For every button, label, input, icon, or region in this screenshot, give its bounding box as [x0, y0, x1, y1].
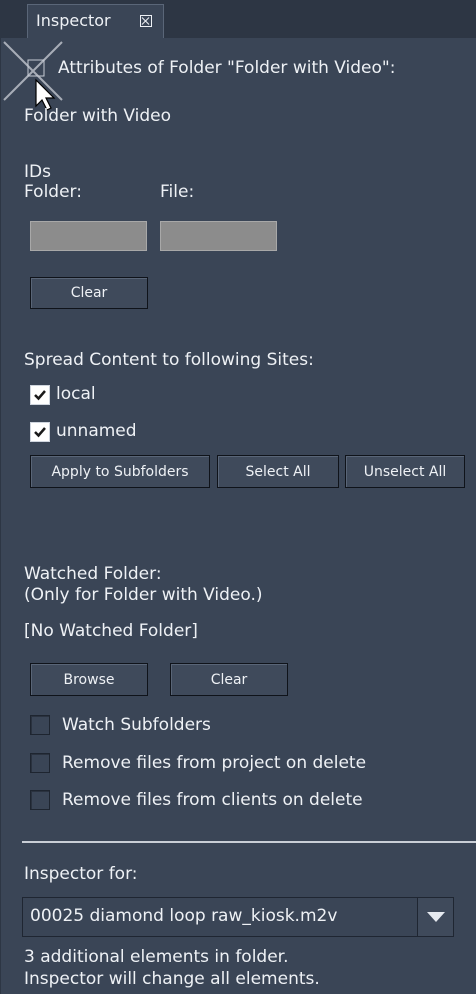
file-id-label: File:: [160, 182, 195, 202]
site-local-label: local: [56, 384, 96, 404]
watched-clear-button[interactable]: Clear: [170, 663, 288, 696]
watch-subfolders-checkbox[interactable]: [30, 715, 50, 735]
attributes-title: Attributes of Folder "Folder with Video"…: [58, 58, 396, 78]
site-unnamed-checkbox[interactable]: [30, 422, 50, 442]
watched-folder-label: Watched Folder:: [24, 564, 162, 584]
folder-id-label: Folder:: [24, 182, 82, 202]
site-local-checkbox[interactable]: [30, 385, 50, 405]
checkmark-icon: [34, 390, 46, 401]
dropdown-button[interactable]: [417, 897, 454, 937]
browse-button[interactable]: Browse: [30, 663, 148, 696]
inspector-for-label: Inspector for:: [24, 864, 138, 884]
section-divider: [22, 841, 476, 843]
inspector-info-line2: Inspector will change all elements.: [24, 969, 320, 989]
close-box-icon[interactable]: [140, 15, 152, 27]
watched-folder-sublabel: (Only for Folder with Video.): [24, 585, 263, 605]
folder-name: Folder with Video: [24, 106, 172, 126]
inspector-info-line1: 3 additional elements in folder.: [24, 947, 289, 967]
ids-label: IDs: [24, 162, 51, 182]
apply-to-subfolders-button[interactable]: Apply to Subfolders: [30, 455, 210, 488]
tab-title: Inspector: [36, 11, 111, 30]
remove-from-clients-label: Remove files from clients on delete: [62, 790, 363, 810]
remove-from-project-checkbox[interactable]: [30, 753, 50, 773]
tab-inspector[interactable]: Inspector: [27, 4, 164, 38]
site-unnamed-label: unnamed: [56, 421, 137, 441]
unselect-all-button[interactable]: Unselect All: [345, 455, 465, 488]
tab-bar: Inspector: [0, 0, 476, 38]
select-all-button[interactable]: Select All: [217, 455, 339, 488]
checkmark-icon: [34, 427, 46, 438]
folder-id-field[interactable]: [30, 221, 147, 251]
spread-content-label: Spread Content to following Sites:: [24, 350, 314, 370]
chevron-down-icon: [427, 912, 445, 922]
file-id-field[interactable]: [160, 221, 277, 251]
remove-from-project-label: Remove files from project on delete: [62, 753, 367, 773]
watch-subfolders-label: Watch Subfolders: [62, 715, 211, 735]
ids-clear-button[interactable]: Clear: [30, 277, 148, 309]
remove-from-clients-checkbox[interactable]: [30, 790, 50, 810]
inspector-for-select[interactable]: 00025 diamond loop raw_kiosk.m2v: [22, 897, 454, 937]
watched-folder-value: [No Watched Folder]: [24, 621, 198, 641]
inspector-for-selected: 00025 diamond loop raw_kiosk.m2v: [30, 906, 338, 926]
